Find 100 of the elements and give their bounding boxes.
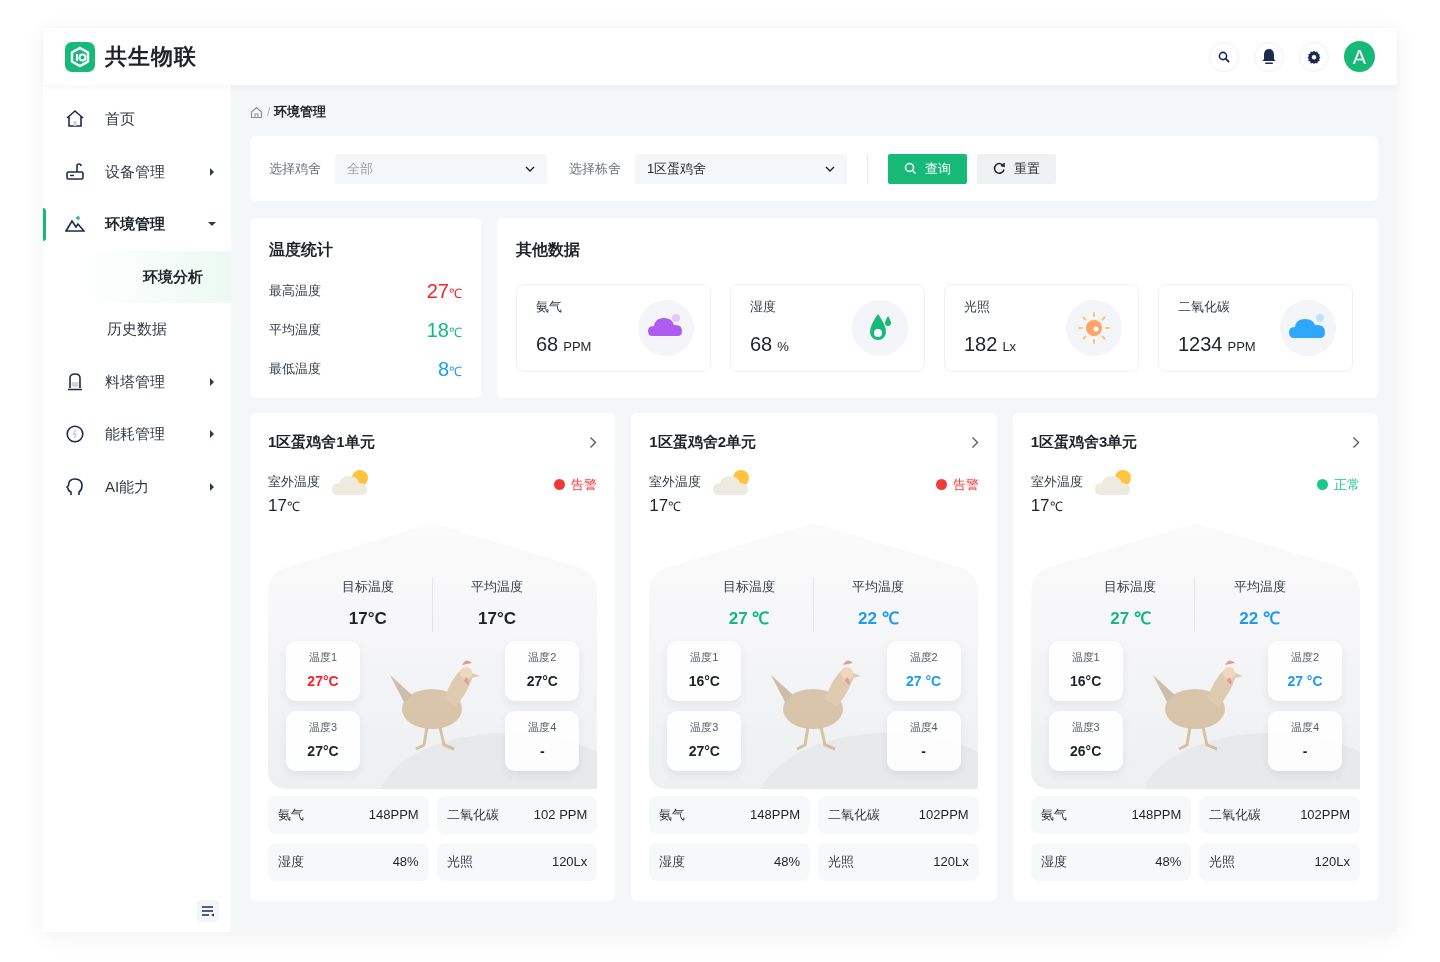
sensor-label: 温度4 [909, 719, 938, 735]
sensor-value: 26°C [1070, 742, 1102, 762]
status-indicator: 正常 [1317, 475, 1360, 495]
target-temperature-value: 27 ℃ [1110, 608, 1151, 630]
sensor-label: 温度3 [1071, 719, 1100, 735]
breadcrumb-item[interactable]: 环境管理 [274, 102, 327, 122]
reading-value: 120Lx [551, 853, 588, 872]
reading-value: 48% [1155, 853, 1182, 872]
sensor-value: 27 °C [906, 672, 942, 692]
card-title: 温度统计 [269, 240, 334, 260]
reading-value: 148PPM [750, 806, 800, 825]
target-temperature-label: 目标温度 [1104, 577, 1157, 596]
breadcrumb-separator: / [267, 104, 271, 121]
stat-value: 27℃ [426, 279, 462, 304]
stat-label: 平均温度 [269, 321, 321, 340]
sidebar-item[interactable]: AI能力 [43, 460, 231, 513]
sensor-value: 27°C [526, 672, 558, 692]
metric-value: 68 % [750, 331, 789, 357]
status-indicator: 告警 [554, 475, 598, 495]
average-temperature-value: 22 ℃ [858, 608, 899, 630]
select-field[interactable]: 1区蛋鸡舍 [635, 153, 847, 184]
reading-value: 48% [773, 853, 800, 872]
average-temperature-label: 平均温度 [852, 577, 905, 596]
sidebar-item[interactable]: 能耗管理 [43, 408, 231, 461]
reading-value: 120Lx [933, 853, 969, 872]
outdoor-temperature-label: 室外温度 [268, 473, 320, 492]
reading-label: 湿度 [278, 853, 304, 872]
unit-title: 1区蛋鸡舍2单元 [649, 431, 756, 452]
reading-label: 二氧化碳 [446, 806, 499, 825]
average-temperature-value: 22 ℃ [1239, 608, 1280, 630]
stat-label: 最低温度 [269, 360, 321, 379]
metric-label: 二氧化碳 [1178, 298, 1231, 317]
unit-title: 1区蛋鸡舍3单元 [1030, 431, 1138, 452]
metric-label: 氨气 [536, 298, 563, 317]
sensor-label: 温度3 [690, 719, 719, 735]
sensor-label: 温度2 [528, 649, 557, 665]
target-temperature-value: 27 ℃ [728, 608, 770, 630]
sidebar-item[interactable]: 设备管理 [43, 145, 231, 198]
reading-label: 湿度 [1040, 853, 1067, 872]
sensor-value: 27°C [688, 742, 720, 762]
reading-value: 102PPM [918, 806, 969, 825]
reading-value: 148PPM [1131, 806, 1182, 825]
reading-label: 光照 [828, 853, 854, 872]
sensor-label: 温度4 [528, 719, 557, 735]
target-temperature-label: 目标温度 [341, 577, 394, 596]
metric-value: 182 Lx [964, 331, 1017, 357]
sensor-value: - [1302, 742, 1308, 762]
sensor-value: - [921, 742, 926, 762]
reading-label: 氨气 [278, 806, 304, 825]
sensor-label: 温度1 [690, 649, 719, 665]
metric-value: 68 PPM [536, 331, 592, 357]
card-title: 其他数据 [516, 240, 581, 260]
brand-name: 共生物联 [105, 43, 197, 71]
reading-label: 氨气 [659, 806, 686, 825]
filter-label: 选择栋舍 [569, 159, 621, 178]
reading-label: 光照 [446, 853, 473, 872]
target-temperature-value: 17°C [348, 608, 387, 630]
sidebar-item[interactable]: 料塔管理 [43, 355, 231, 408]
outdoor-temperature-label: 室外温度 [649, 473, 702, 492]
target-temperature-label: 目标温度 [723, 577, 776, 596]
reading-label: 二氧化碳 [828, 806, 880, 825]
outdoor-temperature-value: 17℃ [268, 495, 301, 517]
sensor-value: 16°C [1070, 672, 1102, 692]
reading-label: 湿度 [659, 853, 686, 872]
sensor-label: 温度1 [308, 649, 338, 665]
reading-label: 二氧化碳 [1209, 806, 1262, 825]
average-temperature-value: 17°C [478, 608, 516, 630]
stat-value: 8℃ [437, 357, 462, 382]
metric-value: 1234 PPM [1178, 331, 1256, 357]
sensor-label: 温度2 [909, 649, 938, 665]
filter-label: 选择鸡舍 [269, 159, 321, 178]
submenu-item[interactable]: 历史数据 [43, 303, 231, 356]
sensor-value: 27 °C [1287, 672, 1323, 692]
sidebar-item[interactable]: 首页 [43, 93, 231, 146]
status-indicator: 告警 [935, 475, 979, 495]
outdoor-temperature-value: 17℃ [649, 495, 683, 517]
reset-button[interactable]: 重置 [977, 153, 1056, 184]
unit-title: 1区蛋鸡舍1单元 [268, 431, 375, 452]
reading-value: 48% [392, 853, 419, 872]
sensor-label: 温度3 [308, 719, 338, 735]
reading-value: 148PPM [368, 806, 419, 825]
reading-label: 光照 [1209, 853, 1236, 872]
reading-value: 120Lx [1314, 853, 1350, 872]
reading-value: 102PPM [1300, 806, 1350, 825]
sensor-label: 温度1 [1071, 649, 1100, 665]
sensor-value: 27°C [307, 742, 339, 762]
reading-value: 102 PPM [533, 806, 588, 825]
sensor-value: 27°C [307, 672, 339, 692]
metric-label: 湿度 [750, 298, 777, 317]
outdoor-temperature-value: 17℃ [1030, 495, 1064, 517]
reading-label: 氨气 [1040, 806, 1067, 825]
metric-label: 光照 [964, 298, 991, 317]
sensor-label: 温度2 [1290, 649, 1320, 665]
sidebar-item[interactable]: 环境管理 [43, 198, 231, 251]
stat-label: 最高温度 [269, 282, 321, 301]
average-temperature-label: 平均温度 [1233, 577, 1286, 596]
sensor-value: 16°C [688, 672, 720, 692]
average-temperature-label: 平均温度 [471, 577, 523, 596]
outdoor-temperature-label: 室外温度 [1030, 473, 1083, 492]
sensor-label: 温度4 [1290, 719, 1320, 735]
